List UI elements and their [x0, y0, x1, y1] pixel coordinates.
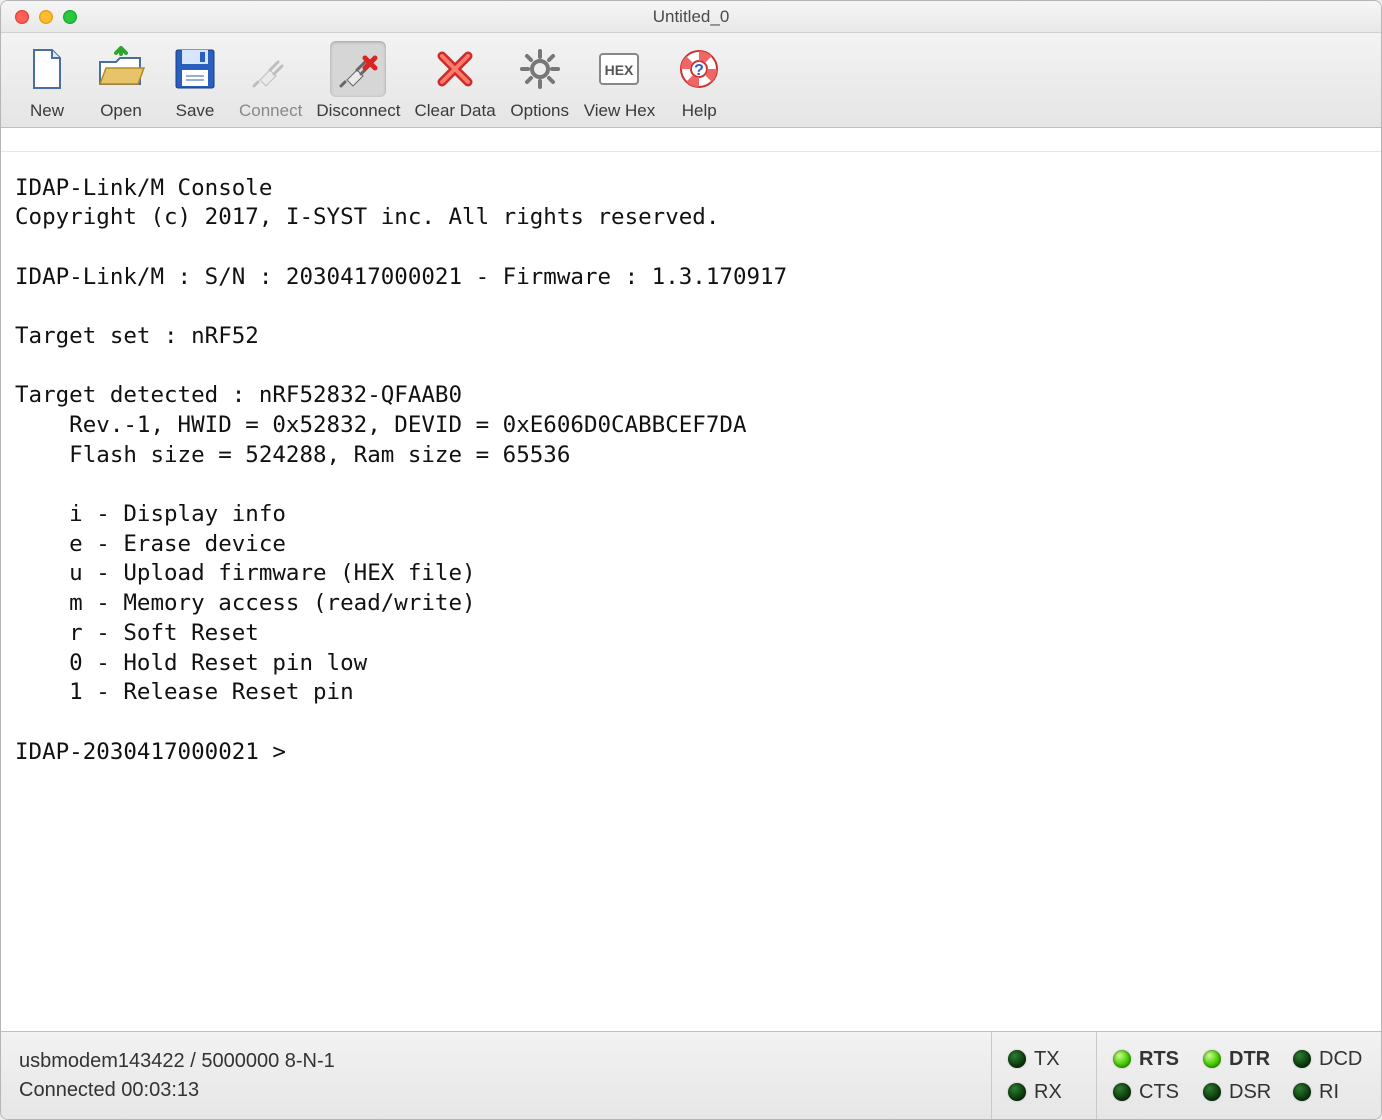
gear-icon [512, 41, 568, 97]
new-file-icon [19, 41, 75, 97]
view-hex-label: View Hex [584, 101, 656, 121]
led-ri-label: RI [1319, 1081, 1339, 1104]
led-tx: TX [1008, 1048, 1080, 1071]
led-dsr: DSR [1203, 1081, 1275, 1104]
new-label: New [30, 101, 64, 121]
led-panel-txrx: TX RX [992, 1032, 1097, 1119]
minimize-window-button[interactable] [39, 10, 53, 24]
toolbar: New Open [1, 33, 1381, 128]
svg-text:?: ? [694, 62, 704, 79]
titlebar: Untitled_0 [1, 1, 1381, 33]
open-label: Open [100, 101, 142, 121]
port-info: usbmodem143422 / 5000000 8-N-1 [19, 1050, 973, 1073]
view-hex-button[interactable]: HEX View Hex [584, 41, 656, 121]
led-dtr-label: DTR [1229, 1048, 1270, 1071]
new-button[interactable]: New [17, 41, 77, 121]
clear-x-icon [427, 41, 483, 97]
window-title: Untitled_0 [1, 7, 1381, 27]
led-dcd: DCD [1293, 1048, 1365, 1071]
connection-time: Connected 00:03:13 [19, 1079, 973, 1102]
save-label: Save [176, 101, 215, 121]
open-button[interactable]: Open [91, 41, 151, 121]
led-rx-label: RX [1034, 1081, 1062, 1104]
clear-data-button[interactable]: Clear Data [414, 41, 495, 121]
led-ri: RI [1293, 1081, 1365, 1104]
help-lifebuoy-icon: ? [671, 41, 727, 97]
app-window: Untitled_0 New Open [0, 0, 1382, 1120]
led-rts[interactable]: RTS [1113, 1048, 1185, 1071]
zoom-window-button[interactable] [63, 10, 77, 24]
svg-text:HEX: HEX [605, 62, 634, 78]
options-label: Options [510, 101, 569, 121]
led-cts-label: CTS [1139, 1081, 1179, 1104]
console-output[interactable]: IDAP-Link/M Console Copyright (c) 2017, … [1, 151, 1381, 1009]
led-rx: RX [1008, 1081, 1080, 1104]
led-dsr-label: DSR [1229, 1081, 1271, 1104]
close-window-button[interactable] [15, 10, 29, 24]
led-rts-label: RTS [1139, 1048, 1179, 1071]
status-left: usbmodem143422 / 5000000 8-N-1 Connected… [1, 1032, 992, 1119]
led-cts: CTS [1113, 1081, 1185, 1104]
open-folder-icon [93, 41, 149, 97]
save-button[interactable]: Save [165, 41, 225, 121]
led-panel-flowctrl: RTS DTR DCD CTS DSR [1097, 1032, 1381, 1119]
help-label: Help [682, 101, 717, 121]
statusbar: usbmodem143422 / 5000000 8-N-1 Connected… [1, 1031, 1381, 1119]
clear-data-label: Clear Data [414, 101, 495, 121]
connect-plug-icon [243, 41, 299, 97]
disconnect-label: Disconnect [316, 101, 400, 121]
led-tx-label: TX [1034, 1048, 1060, 1071]
connect-button: Connect [239, 41, 302, 121]
options-button[interactable]: Options [510, 41, 570, 121]
led-dcd-label: DCD [1319, 1048, 1362, 1071]
hex-icon: HEX [591, 41, 647, 97]
disconnect-plug-icon [330, 41, 386, 97]
disconnect-button[interactable]: Disconnect [316, 41, 400, 121]
save-floppy-icon [167, 41, 223, 97]
led-dtr[interactable]: DTR [1203, 1048, 1275, 1071]
help-button[interactable]: ? Help [669, 41, 729, 121]
connect-label: Connect [239, 101, 302, 121]
traffic-lights [1, 10, 77, 24]
